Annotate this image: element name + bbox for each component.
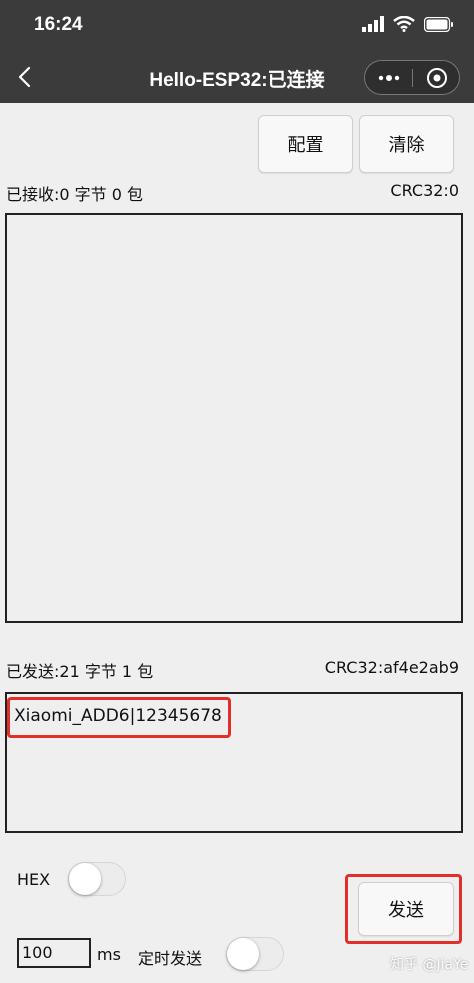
wifi-icon [393,16,415,32]
highlight-annotation [7,697,231,738]
more-dots-icon[interactable] [377,70,401,86]
send-button[interactable]: 发送 [358,882,454,936]
hex-toggle-knob [69,863,101,895]
nav-bar: Hello-ESP32:已连接 [0,52,474,103]
send-crc: CRC32:af4e2ab9 [324,658,459,677]
timer-toggle-knob [227,938,259,970]
watermark: 知乎 @JiaYe [390,957,469,973]
status-icons [362,16,454,32]
receive-stats: 已接收:0 字节 0 包 [6,185,144,204]
signal-icon [362,16,384,32]
battery-icon [424,16,453,32]
mini-program-capsule [364,60,460,95]
timer-send-label: 定时发送 [138,949,203,968]
interval-input[interactable]: 100 [17,938,91,968]
timer-send-toggle[interactable] [226,937,284,971]
status-bar: 16:24 [0,0,474,52]
config-button[interactable]: 配置 [258,115,353,173]
clear-button[interactable]: 清除 [359,115,454,173]
status-time: 16:24 [34,14,83,35]
hex-label: HEX [17,870,51,889]
capsule-divider [412,69,413,87]
hex-toggle[interactable] [68,862,126,896]
target-close-icon[interactable] [425,66,449,90]
send-stats: 已发送:21 字节 1 包 [6,662,154,681]
receive-crc: CRC32:0 [390,181,459,200]
interval-unit: ms [97,945,121,964]
receive-area[interactable] [5,213,463,623]
